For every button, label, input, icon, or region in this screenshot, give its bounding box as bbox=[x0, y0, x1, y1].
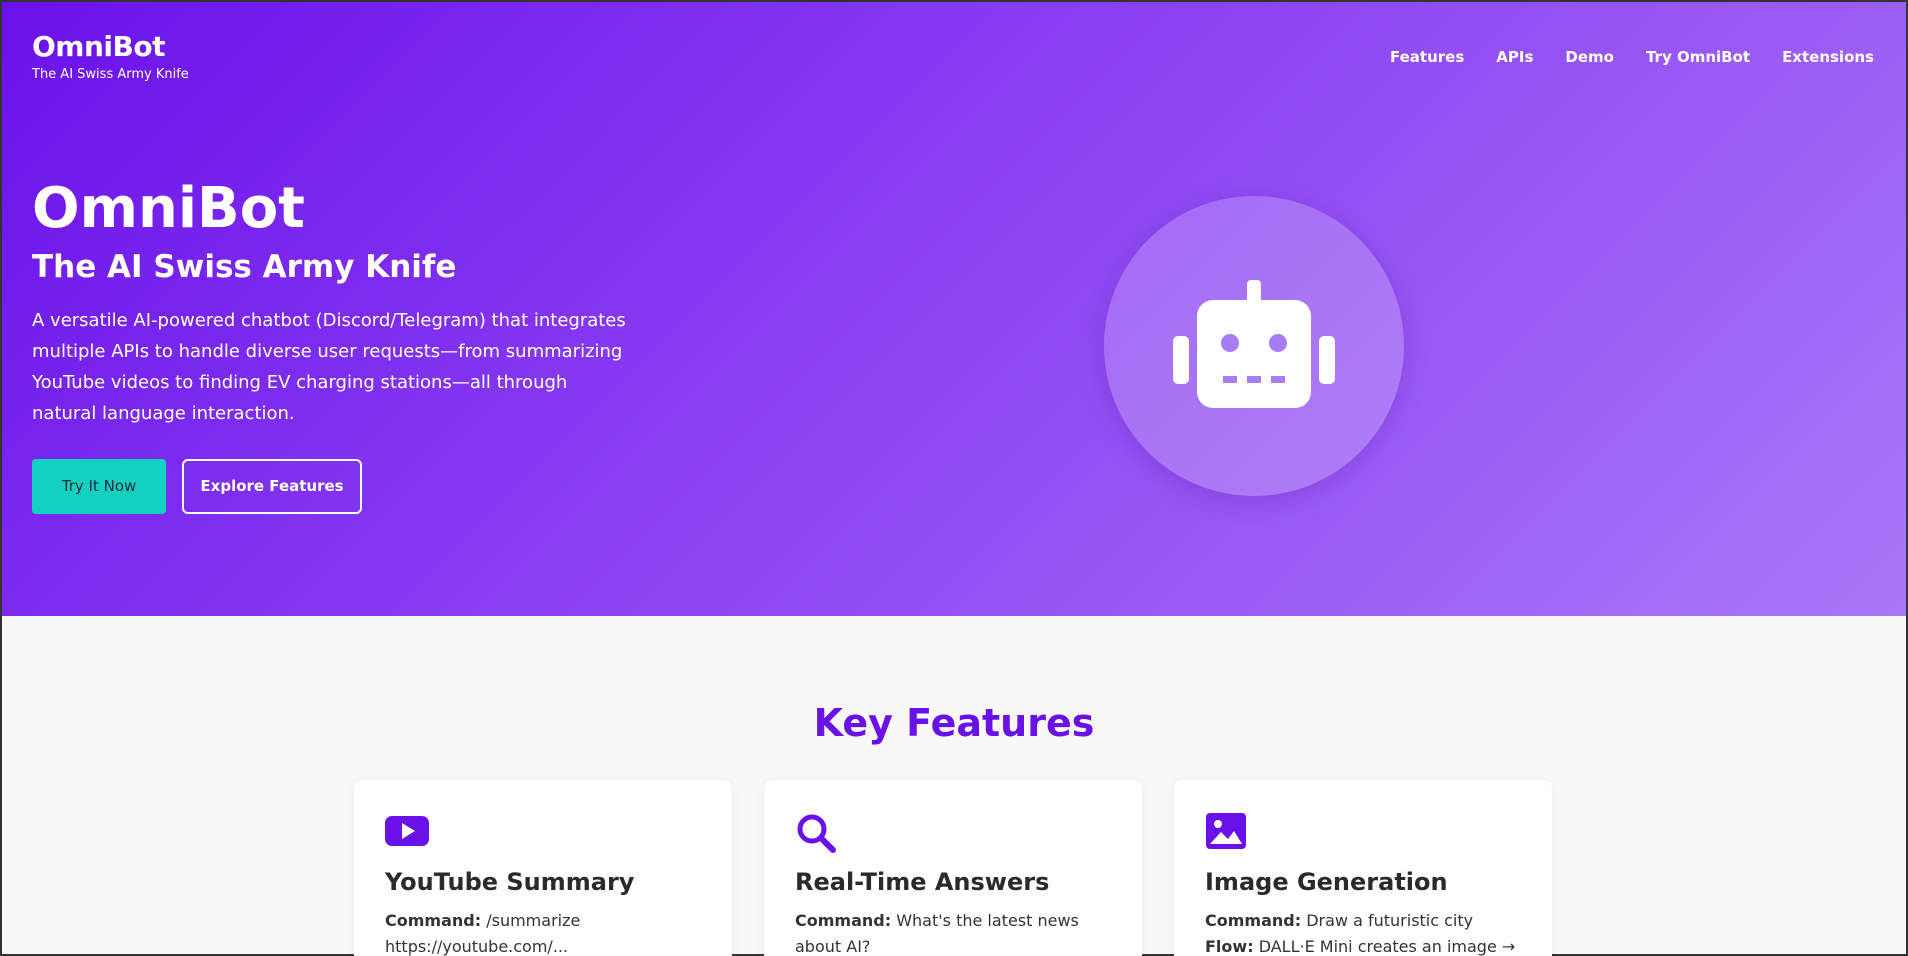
hero-buttons: Try It Now Explore Features bbox=[32, 458, 652, 514]
features-title: Key Features bbox=[813, 701, 1095, 745]
main-nav: Features APIs Demo Try OmniBot Extension… bbox=[1390, 48, 1874, 66]
youtube-icon bbox=[385, 812, 702, 852]
nav-link-features[interactable]: Features bbox=[1390, 48, 1464, 66]
feature-card-realtime[interactable]: Real-Time Answers Command: What's the la… bbox=[764, 780, 1142, 956]
command-label: Command: bbox=[795, 911, 892, 930]
feature-card-image-generation[interactable]: Image Generation Command: Draw a futuris… bbox=[1174, 780, 1552, 956]
command-label: Command: bbox=[1205, 911, 1302, 930]
feature-card-body: Command: What's the latest news about AI… bbox=[795, 908, 1112, 956]
try-it-now-button[interactable]: Try It Now bbox=[32, 458, 166, 514]
hero-description: A versatile AI-powered chatbot (Discord/… bbox=[32, 309, 626, 424]
brand-tagline: The AI Swiss Army Knife bbox=[32, 67, 189, 82]
search-icon bbox=[795, 812, 1112, 853]
features-section: Key Features YouTube Summary Command: /s… bbox=[2, 616, 1906, 956]
hero-subtitle: The AI Swiss Army Knife bbox=[32, 248, 457, 285]
feature-cards: YouTube Summary Command: /summarize http… bbox=[354, 780, 1552, 956]
feature-card-title: YouTube Summary bbox=[385, 868, 635, 896]
nav-link-extensions[interactable]: Extensions bbox=[1782, 48, 1874, 66]
brand-name[interactable]: OmniBot bbox=[32, 30, 189, 63]
feature-card-title: Image Generation bbox=[1205, 868, 1448, 896]
hero-section: OmniBot The AI Swiss Army Knife Features… bbox=[2, 2, 1906, 616]
nav-link-try-omnibot[interactable]: Try OmniBot bbox=[1646, 48, 1750, 66]
hero-title: OmniBot bbox=[32, 176, 305, 241]
image-icon bbox=[1205, 812, 1522, 852]
nav-link-apis[interactable]: APIs bbox=[1496, 48, 1533, 66]
brand[interactable]: OmniBot The AI Swiss Army Knife bbox=[32, 30, 189, 82]
feature-card-title: Real-Time Answers bbox=[795, 868, 1050, 896]
feature-card-body: Command: Draw a futuristic city Flow: DA… bbox=[1205, 908, 1522, 956]
hero-illustration bbox=[1104, 196, 1404, 496]
nav-link-demo[interactable]: Demo bbox=[1565, 48, 1614, 66]
robot-icon bbox=[1173, 280, 1335, 408]
flow-label: Flow: bbox=[1205, 937, 1254, 956]
explore-features-button[interactable]: Explore Features bbox=[182, 458, 362, 514]
command-label: Command: bbox=[385, 911, 482, 930]
command-text: Draw a futuristic city bbox=[1306, 911, 1474, 930]
feature-card-youtube[interactable]: YouTube Summary Command: /summarize http… bbox=[354, 780, 732, 956]
feature-card-body: Command: /summarize https://youtube.com/… bbox=[385, 908, 702, 956]
hero-text: OmniBot The AI Swiss Army Knife A versat… bbox=[32, 176, 652, 514]
